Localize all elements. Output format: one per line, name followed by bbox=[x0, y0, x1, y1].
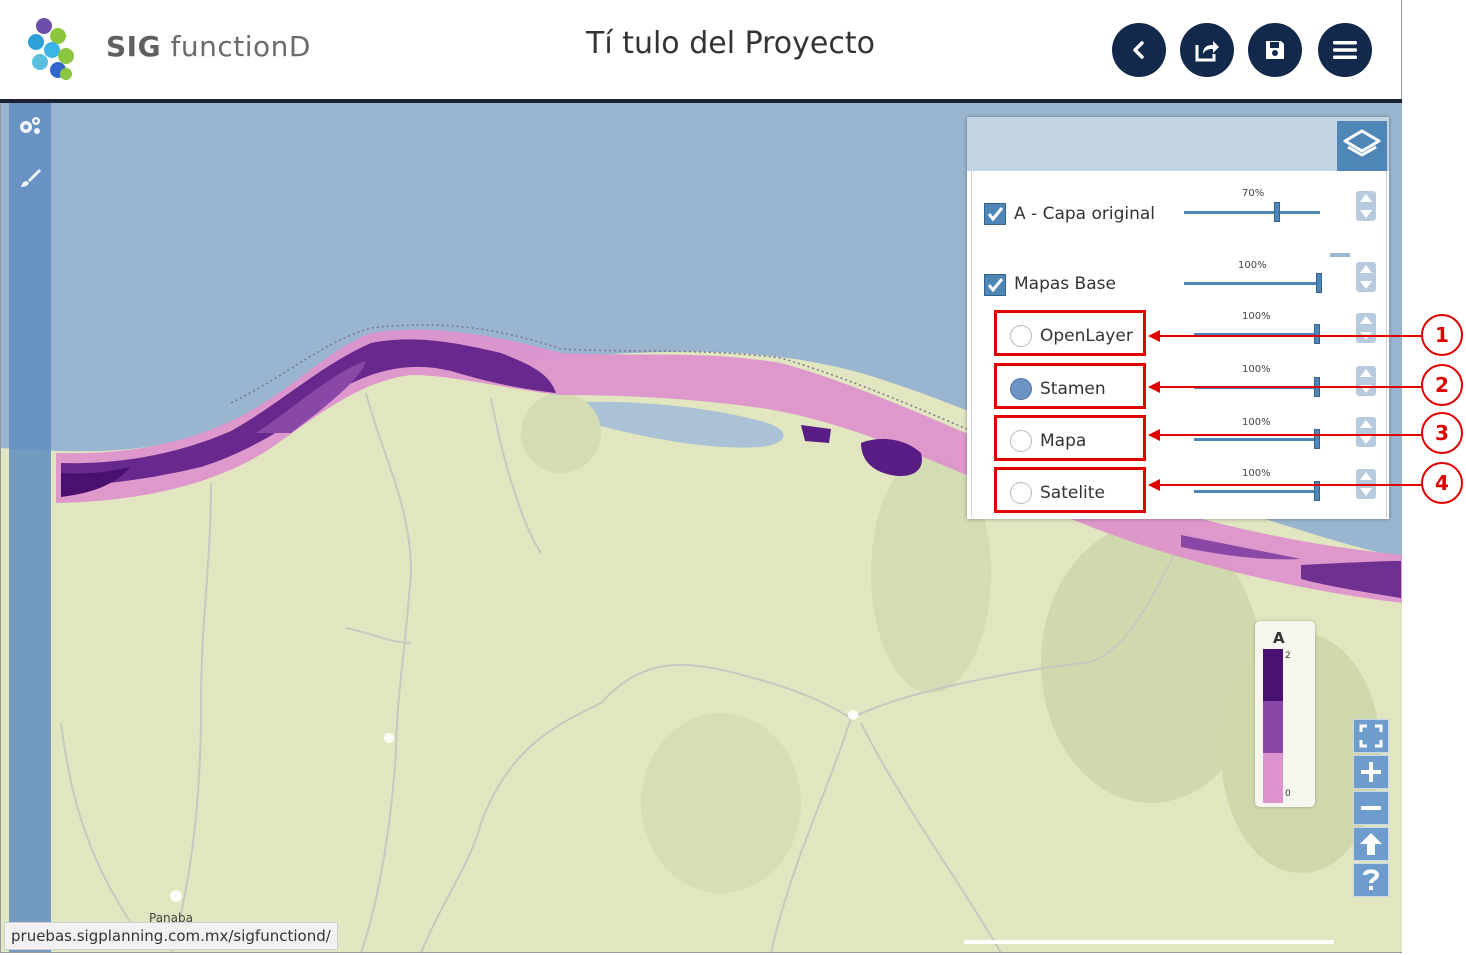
style-tool-button[interactable] bbox=[17, 165, 43, 191]
overlay-layer-label: A - Capa original bbox=[1014, 204, 1156, 224]
annotation-line-4 bbox=[1158, 484, 1422, 486]
save-button[interactable] bbox=[1248, 23, 1302, 77]
layers-icon bbox=[1343, 129, 1381, 157]
zoom-in-icon bbox=[1361, 762, 1381, 782]
back-button[interactable] bbox=[1112, 23, 1166, 77]
satelite-opacity-slider[interactable] bbox=[1194, 490, 1318, 493]
logo-icon bbox=[28, 18, 74, 80]
collapse-handle[interactable] bbox=[1330, 253, 1350, 257]
settings-tool-button[interactable] bbox=[17, 113, 43, 139]
basemaps-checkbox[interactable] bbox=[984, 274, 1006, 296]
horizontal-scrollbar[interactable] bbox=[964, 940, 1334, 944]
mapa-opacity-slider[interactable] bbox=[1194, 438, 1318, 441]
mapa-order-button[interactable] bbox=[1356, 417, 1376, 447]
mapa-opacity-handle[interactable] bbox=[1314, 429, 1320, 449]
menu-icon bbox=[1333, 41, 1357, 59]
annotation-line-1 bbox=[1158, 335, 1422, 337]
brand-name: SIG functionD bbox=[106, 30, 311, 63]
check-icon bbox=[987, 278, 1004, 293]
legend-min: 0 bbox=[1285, 789, 1291, 799]
check-icon bbox=[987, 207, 1004, 222]
basemaps-opacity-slider[interactable] bbox=[1184, 282, 1320, 285]
fullscreen-icon bbox=[1359, 724, 1383, 748]
overlay-opacity-slider[interactable] bbox=[1184, 211, 1320, 214]
stamen-order-button[interactable] bbox=[1356, 366, 1376, 396]
annotation-box-2 bbox=[994, 363, 1146, 409]
zoom-in-button[interactable] bbox=[1353, 755, 1389, 789]
annotation-box-3 bbox=[994, 415, 1146, 461]
basemaps-order-button[interactable] bbox=[1356, 262, 1376, 292]
basemaps-label: Mapas Base bbox=[1014, 274, 1116, 294]
app-window: SIG functionD Tí tulo del Proyecto Panab… bbox=[0, 0, 1466, 955]
page-title: Tí tulo del Proyecto bbox=[586, 26, 875, 61]
annotation-number-2: 2 bbox=[1421, 364, 1463, 406]
annotation-box-4 bbox=[994, 467, 1146, 513]
status-url: pruebas.sigplanning.com.mx/sigfunctiond/ bbox=[4, 922, 338, 950]
menu-button[interactable] bbox=[1318, 23, 1372, 77]
left-toolbar bbox=[9, 103, 51, 952]
share-button[interactable] bbox=[1180, 23, 1234, 77]
overlay-layer-checkbox[interactable] bbox=[984, 203, 1006, 225]
layers-toggle-button[interactable] bbox=[1337, 121, 1387, 171]
save-icon bbox=[1266, 41, 1284, 59]
zoom-out-icon bbox=[1361, 806, 1381, 810]
openlayer-opacity-handle[interactable] bbox=[1314, 324, 1320, 344]
north-arrow-icon bbox=[1360, 833, 1382, 855]
satelite-opacity-label: 100% bbox=[1242, 468, 1271, 479]
overlay-opacity-handle[interactable] bbox=[1274, 202, 1280, 222]
basemaps-opacity-handle[interactable] bbox=[1316, 273, 1322, 293]
map-legend: A 2 0 bbox=[1255, 621, 1315, 807]
basemaps-opacity-label: 100% bbox=[1238, 260, 1267, 271]
overlay-opacity-label: 70% bbox=[1242, 188, 1265, 199]
gears-icon bbox=[20, 117, 40, 134]
annotation-number-1: 1 bbox=[1421, 314, 1463, 356]
legend-title: A bbox=[1273, 629, 1285, 647]
layers-panel-header bbox=[967, 117, 1389, 171]
help-icon bbox=[1363, 869, 1380, 890]
fullscreen-button[interactable] bbox=[1353, 719, 1389, 753]
openlayer-order-button[interactable] bbox=[1356, 313, 1376, 343]
legend-max: 2 bbox=[1285, 651, 1291, 661]
zoom-out-button[interactable] bbox=[1353, 791, 1389, 825]
annotation-box-1 bbox=[994, 310, 1146, 356]
reset-north-button[interactable] bbox=[1353, 827, 1389, 861]
back-icon bbox=[1133, 41, 1144, 59]
map-canvas[interactable]: Panaba A - Capa original 70% Mapas Base … bbox=[0, 103, 1402, 953]
annotation-line-2 bbox=[1158, 386, 1422, 388]
annotation-number-4: 4 bbox=[1421, 462, 1463, 504]
brush-icon bbox=[21, 169, 41, 187]
annotation-line-3 bbox=[1158, 434, 1422, 436]
help-button[interactable] bbox=[1353, 863, 1389, 897]
mapa-opacity-label: 100% bbox=[1242, 417, 1271, 428]
app-header: SIG functionD Tí tulo del Proyecto bbox=[0, 0, 1402, 101]
legend-band-mid bbox=[1263, 701, 1283, 753]
annotation-number-3: 3 bbox=[1421, 412, 1463, 454]
legend-band-low bbox=[1263, 753, 1283, 803]
legend-band-high bbox=[1263, 649, 1283, 701]
openlayer-opacity-label: 100% bbox=[1242, 311, 1271, 322]
stamen-opacity-label: 100% bbox=[1242, 364, 1271, 375]
share-icon bbox=[1195, 41, 1219, 62]
overlay-order-button[interactable] bbox=[1356, 191, 1376, 221]
